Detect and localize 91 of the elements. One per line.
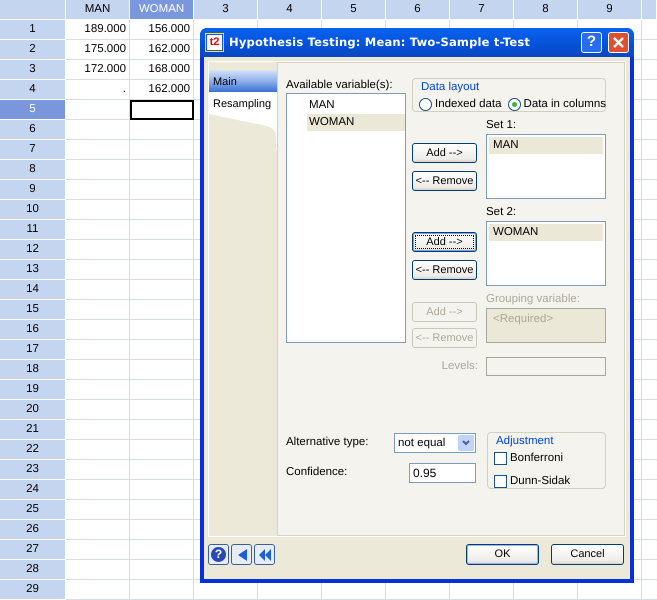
add-button[interactable]: Add --> [412, 232, 477, 252]
row-header[interactable]: 2 [0, 40, 66, 60]
add-button[interactable]: Add --> [412, 143, 477, 163]
remove-button[interactable]: <-- Remove [412, 171, 477, 191]
column-header[interactable]: 3 [194, 0, 258, 20]
cancel-button[interactable]: Cancel [551, 544, 624, 565]
column-header[interactable]: 9 [578, 0, 642, 20]
row-header[interactable]: 23 [0, 460, 66, 480]
help-button[interactable]: ? [581, 32, 602, 53]
window-title: Hypothesis Testing: Mean: Two-Sample t-Test [229, 34, 532, 51]
list-item[interactable]: MAN [307, 97, 405, 114]
table-cell-text: 162.000 [147, 82, 191, 97]
table-cell-text: 189.000 [83, 22, 127, 37]
variable-list[interactable]: MAN [486, 134, 606, 199]
column-header[interactable]: 8 [514, 0, 578, 20]
row-header[interactable]: 21 [0, 420, 66, 440]
row-header[interactable]: 7 [0, 140, 66, 160]
back-arrow-icon [236, 548, 248, 562]
row-header[interactable]: 29 [0, 580, 66, 600]
radio-label[interactable]: Indexed data [435, 96, 502, 114]
list-label: Grouping variable: [486, 292, 581, 307]
row-header[interactable]: 18 [0, 360, 66, 380]
row-header[interactable]: 16 [0, 320, 66, 340]
row-header[interactable]: 25 [0, 500, 66, 520]
remove-button[interactable]: <-- Remove [412, 260, 477, 280]
table-cell-text: . [122, 82, 127, 97]
double-arrow-icon [258, 548, 272, 562]
row-header[interactable]: 8 [0, 160, 66, 180]
caret-icon [458, 435, 474, 451]
list-item[interactable]: MAN [489, 137, 603, 154]
tab[interactable]: Main [209, 70, 277, 92]
list-label: Set 2: [486, 205, 518, 220]
row-header[interactable]: 3 [0, 60, 66, 80]
field-label: Levels: [440, 358, 478, 374]
table-cell-text: 156.000 [147, 22, 191, 37]
column-header[interactable]: 4 [258, 0, 322, 20]
row-header[interactable]: 24 [0, 480, 66, 500]
row-header[interactable]: 1 [0, 20, 66, 40]
list-label: Available variable(s): [286, 78, 394, 93]
column-header[interactable]: MAN [66, 0, 130, 20]
table-cell-text: 175.000 [83, 42, 127, 57]
row-header[interactable]: 22 [0, 440, 66, 460]
list-item[interactable]: WOMAN [307, 114, 405, 131]
column-header[interactable]: 7 [450, 0, 514, 20]
row-header[interactable]: 11 [0, 220, 66, 240]
row-header[interactable]: 28 [0, 560, 66, 580]
row-header[interactable]: 12 [0, 240, 66, 260]
variable-list[interactable]: MAN WOMAN [286, 93, 406, 343]
field-label: Confidence: [286, 465, 348, 480]
app-icon: t2 [206, 34, 223, 51]
row-header[interactable]: 26 [0, 520, 66, 540]
row-header[interactable]: 19 [0, 380, 66, 400]
radio-button[interactable] [419, 98, 432, 112]
row-header[interactable]: 9 [0, 180, 66, 200]
checkbox[interactable] [494, 474, 507, 488]
checkbox[interactable] [494, 452, 507, 466]
list-label: Set 1: [486, 118, 518, 133]
column-header[interactable]: 6 [386, 0, 450, 20]
row-header[interactable]: 14 [0, 280, 66, 300]
table-cell-text: 168.000 [147, 62, 191, 77]
variable-list[interactable]: WOMAN [486, 221, 606, 286]
row-header[interactable]: 17 [0, 340, 66, 360]
radio-button[interactable] [508, 98, 521, 112]
row-header[interactable]: 27 [0, 540, 66, 560]
tab[interactable]: Resampling [209, 92, 277, 114]
row-header[interactable]: 10 [0, 200, 66, 220]
row-header[interactable]: 6 [0, 120, 66, 140]
group-title: Data layout [419, 80, 482, 94]
column-header[interactable]: 5 [322, 0, 386, 20]
row-header[interactable]: 4 [0, 80, 66, 100]
ok-button[interactable]: OK [466, 544, 539, 565]
row-header[interactable]: 20 [0, 400, 66, 420]
group-title: Adjustment [494, 434, 556, 448]
radio-label[interactable]: Data in columns [524, 96, 606, 114]
back-button[interactable] [231, 544, 252, 565]
close-icon [612, 36, 625, 49]
close-button[interactable] [608, 32, 629, 53]
list-item[interactable]: WOMAN [489, 224, 603, 241]
alternative-dropdown[interactable]: not equal [394, 433, 476, 453]
row-header[interactable]: 15 [0, 300, 66, 320]
checkbox-label[interactable]: Dunn-Sidak [510, 472, 570, 490]
rewind-button[interactable] [254, 544, 275, 565]
field-label: Alternative type: [286, 435, 368, 450]
row-header[interactable]: 13 [0, 260, 66, 280]
list-item: <Required> [492, 312, 554, 327]
table-cell-text: 162.000 [147, 42, 191, 57]
active-cell[interactable] [130, 100, 194, 120]
checkbox-label[interactable]: Bonferroni [510, 450, 564, 468]
confidence-field[interactable]: 0.95 [409, 463, 476, 483]
help-button[interactable]: ? [208, 544, 229, 565]
table-cell-text: 172.000 [83, 62, 127, 77]
